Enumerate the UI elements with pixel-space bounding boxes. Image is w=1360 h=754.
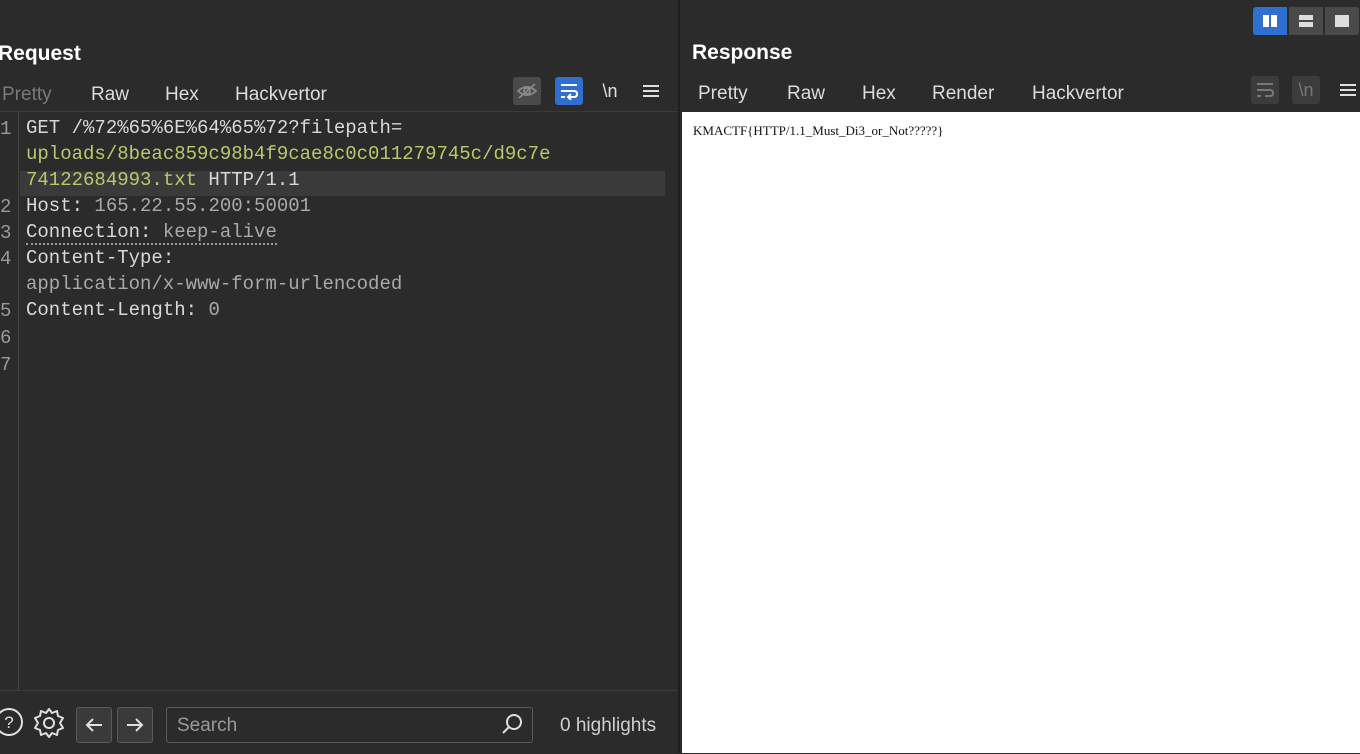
request-line-5: Content-Length: 0 — [26, 299, 220, 321]
rendered-flag-text: KMACTF{HTTP/1.1_Must_Di3_or_Not?????} — [693, 123, 944, 138]
response-title: Response — [692, 41, 793, 64]
request-tab-pretty[interactable]: Pretty — [2, 84, 52, 106]
request-pane: Request Pretty Raw Hex Hackvertor \n 1 2… — [0, 0, 678, 753]
request-line-1-cont: uploads/8beac859c98b4f9cae8c0c011279745c… — [26, 143, 551, 165]
request-line-4-cont: application/x-www-form-urlencoded — [26, 273, 403, 295]
request-line-3: Connection: keep-alive — [26, 221, 277, 245]
request-line-1: GET /%72%65%6E%64%65%72?filepath= — [26, 117, 403, 139]
line-number: 3 — [0, 222, 12, 244]
request-title: Request — [0, 42, 81, 65]
line-number: 6 — [0, 327, 12, 349]
request-path-url: uploads/8beac859c98b4f9cae8c0c011279745c… — [26, 143, 551, 165]
response-newline-icon[interactable]: \n — [1292, 76, 1320, 104]
search-box[interactable] — [166, 707, 533, 743]
gutter-divider — [18, 112, 19, 690]
arrow-right-icon — [127, 718, 144, 732]
request-protocol: HTTP/1.1 — [197, 169, 300, 191]
response-tab-pretty[interactable]: Pretty — [698, 83, 748, 105]
newline-label: \n — [602, 80, 618, 101]
line-number: 2 — [0, 196, 12, 218]
pane-divider[interactable] — [678, 0, 680, 753]
response-wrap-lines-icon[interactable] — [1251, 76, 1279, 104]
response-menu-icon[interactable] — [1334, 76, 1360, 104]
request-line-1-cont2: 74122684993.txt HTTP/1.1 — [26, 169, 300, 191]
header-value: 165.22.55.200:50001 — [94, 195, 312, 217]
header-key: Host: — [26, 195, 95, 217]
hide-non-printable-icon[interactable] — [513, 77, 541, 105]
svg-text:?: ? — [4, 713, 13, 732]
line-number: 7 — [0, 354, 12, 376]
response-tab-hackvertor[interactable]: Hackvertor — [1032, 83, 1124, 105]
header-key: Connection: — [26, 221, 163, 243]
wrap-lines-icon[interactable] — [555, 77, 583, 105]
settings-gear-icon[interactable] — [32, 706, 66, 745]
search-input[interactable] — [175, 712, 499, 740]
request-tab-hackvertor[interactable]: Hackvertor — [235, 84, 327, 106]
menu-icon[interactable] — [637, 77, 665, 105]
help-icon[interactable]: ? — [0, 707, 24, 742]
line-number: 5 — [0, 300, 12, 322]
header-value: 0 — [208, 299, 220, 321]
response-tab-render[interactable]: Render — [913, 83, 1013, 115]
arrow-left-icon — [85, 718, 102, 732]
split-horizontal-icon[interactable] — [1289, 7, 1323, 35]
response-render-view[interactable]: KMACTF{HTTP/1.1_Must_Di3_or_Not?????} — [682, 112, 1360, 753]
response-tab-raw[interactable]: Raw — [787, 83, 825, 105]
request-bottom-bar: ? 0 highlights — [0, 690, 678, 754]
next-match-button[interactable] — [117, 707, 153, 743]
response-tab-hex[interactable]: Hex — [862, 83, 896, 105]
search-icon[interactable] — [500, 712, 524, 741]
request-editor[interactable]: 1 2 3 4 5 6 7 GET /%72%65%6E%64%65%72?fi… — [0, 112, 678, 690]
newline-icon[interactable]: \n — [596, 77, 624, 105]
response-newline-label: \n — [1298, 79, 1314, 100]
single-pane-icon[interactable] — [1325, 7, 1359, 35]
request-line-4: Content-Type: — [26, 247, 175, 269]
request-path-file: 74122684993.txt — [26, 169, 198, 191]
header-connection: Connection: keep-alive — [26, 221, 277, 245]
request-tab-hex[interactable]: Hex — [165, 84, 199, 106]
header-key: Content-Length: — [26, 299, 209, 321]
line-number: 4 — [0, 248, 12, 270]
header-value: keep-alive — [162, 221, 277, 243]
highlights-count: 0 highlights — [560, 715, 657, 736]
previous-match-button[interactable] — [76, 707, 112, 743]
line-number: 1 — [0, 118, 12, 140]
split-vertical-icon[interactable] — [1253, 7, 1287, 35]
request-line-2: Host: 165.22.55.200:50001 — [26, 195, 311, 217]
request-tab-raw[interactable]: Raw — [72, 84, 148, 116]
